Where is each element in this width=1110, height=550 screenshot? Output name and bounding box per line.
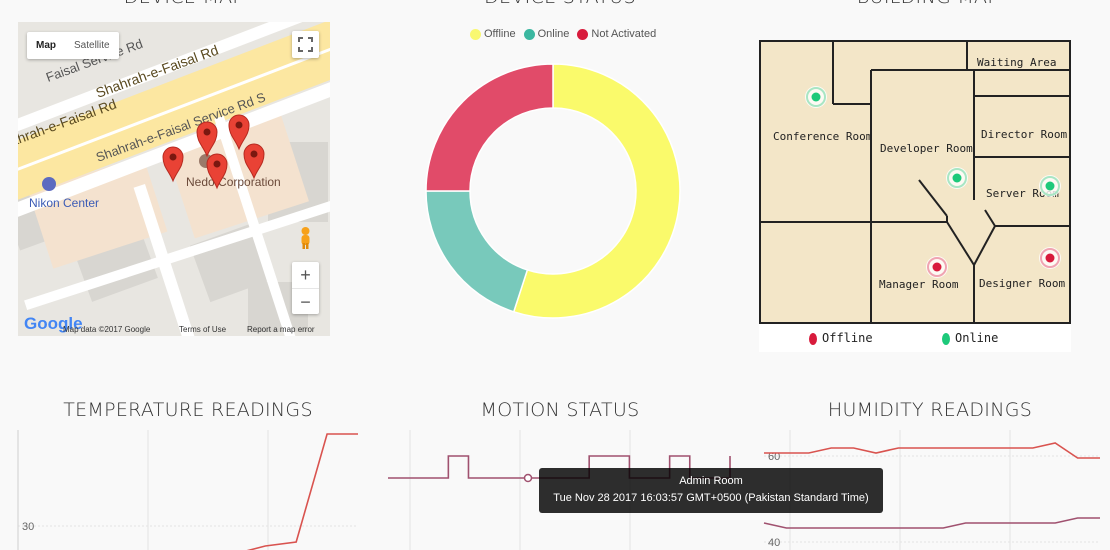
map-footer: Map data ©2017 Google Terms of Use Repor… [18, 322, 330, 336]
room-label-waiting-area: Waiting Area [977, 56, 1056, 69]
place-label: Nikon Center [29, 196, 99, 210]
pegman-icon [301, 227, 310, 249]
place-label: Nedo Corporation [186, 175, 281, 189]
sensor-online[interactable] [805, 86, 827, 108]
building-legend: Offline Online [759, 328, 1071, 352]
sensor-online[interactable] [946, 167, 968, 189]
map-data-attribution: Map data ©2017 Google [63, 325, 151, 334]
floor-plan: Waiting Area Conference Room Developer R… [759, 40, 1071, 324]
zoom-in-button[interactable]: + [292, 262, 319, 289]
device-status-title: DEVICE STATUS [380, 0, 740, 8]
motion-title: MOTION STATUS [480, 399, 640, 421]
device-map[interactable]: Faisal Service Rd Shahrah-e-Faisal Rd Sh… [18, 22, 330, 336]
street-view-pegman[interactable] [297, 226, 314, 250]
series-line[interactable] [18, 433, 358, 550]
legend-dot [577, 28, 589, 40]
report-error-link[interactable]: Report a map error [247, 325, 315, 334]
zoom-out-button[interactable]: − [292, 289, 319, 315]
map-canvas[interactable]: Faisal Service Rd Shahrah-e-Faisal Rd Sh… [18, 22, 330, 336]
donut-slice-online[interactable] [425, 190, 529, 313]
legend-dot [523, 28, 535, 40]
legend-label-online: Online [955, 331, 999, 345]
terms-link[interactable]: Terms of Use [179, 325, 226, 334]
legend-item-offline[interactable]: Offline [470, 28, 516, 40]
temperature-chart[interactable]: 30 [10, 430, 370, 550]
legend-dot [470, 28, 481, 40]
fullscreen-button[interactable] [292, 31, 319, 58]
temperature-title: TEMPERATURE READINGS [63, 399, 313, 421]
room-label-director: Director Room [981, 128, 1067, 141]
legend-label: Not Activated [591, 28, 657, 40]
y-tick-label: 40 [768, 537, 780, 549]
sensor-offline[interactable] [1039, 247, 1061, 269]
legend-item-not-activated[interactable]: Not Activated [577, 28, 656, 40]
legend-dot-offline [809, 333, 817, 345]
room-label-manager: Manager Room [879, 278, 959, 291]
series-line[interactable] [763, 517, 1100, 529]
chart-tooltip: Admin Room Tue Nov 28 2017 16:03:57 GMT+… [539, 468, 883, 513]
legend-label: Online [537, 28, 570, 40]
legend-label-offline: Offline [822, 331, 873, 345]
room-label-designer: Designer Room [979, 277, 1065, 290]
device-status-donut[interactable] [420, 58, 686, 324]
map-type-map-button[interactable]: Map [27, 32, 65, 59]
legend-dot-online [942, 333, 950, 345]
tooltip-time: Tue Nov 28 2017 16:03:57 GMT+0500 (Pakis… [553, 492, 869, 504]
donut-slice-not-activated[interactable] [425, 63, 554, 192]
room-label-conference: Conference Room [773, 130, 873, 143]
building-map[interactable]: Waiting Area Conference Room Developer R… [759, 40, 1071, 352]
legend-label: Offline [484, 28, 516, 40]
humidity-title: HUMIDITY READINGS [827, 399, 1033, 421]
y-tick-label: 30 [22, 521, 34, 533]
status-legend: Offline Online Not Activated [470, 28, 664, 40]
shopping-icon [42, 177, 56, 191]
zoom-control[interactable]: + − [292, 262, 319, 314]
legend-item-online[interactable]: Online [523, 28, 570, 40]
tooltip-title: Admin Room [679, 475, 743, 487]
sensor-offline[interactable] [926, 256, 948, 278]
sensor-online[interactable] [1039, 175, 1061, 197]
building-map-title: BUILDING MAP [748, 0, 1108, 8]
room-label-developer: Developer Room [880, 142, 973, 155]
map-type-satellite-button[interactable]: Satellite [65, 32, 119, 59]
device-map-title: DEVICE MAP [4, 0, 364, 8]
fullscreen-icon [298, 37, 313, 52]
hover-point [523, 473, 533, 483]
map-type-control[interactable]: Map Satellite [27, 32, 119, 59]
